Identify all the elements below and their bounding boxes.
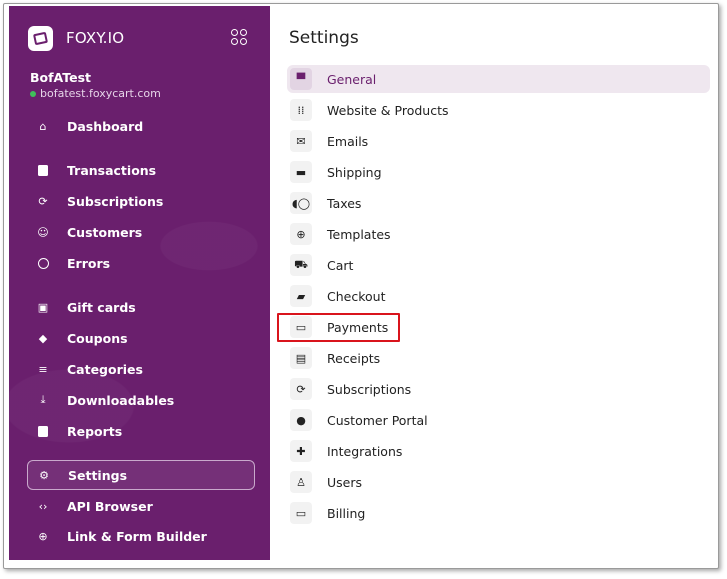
- settings-item-cart[interactable]: ⛟ Cart: [287, 251, 710, 279]
- settings-item-integrations[interactable]: ✚ Integrations: [287, 437, 710, 465]
- page-title: Settings: [289, 28, 359, 48]
- globe-icon: ⊕: [290, 223, 312, 245]
- cart-icon: ⛟: [290, 254, 312, 276]
- sidebar-item-label: Customers: [67, 224, 143, 240]
- settings-item-general[interactable]: ▀ General: [287, 65, 710, 93]
- sidebar-item-label: Errors: [67, 255, 111, 271]
- store-domain: bofatest.foxycart.com: [30, 87, 161, 100]
- chart-icon: [34, 422, 52, 440]
- foxy-logo-icon: [28, 25, 53, 51]
- settings-item-label: Checkout: [327, 288, 386, 304]
- sync-icon: ⟳: [38, 194, 48, 208]
- gift-icon: ▣: [37, 300, 49, 314]
- settings-item-receipts[interactable]: ▤ Receipts: [287, 344, 710, 372]
- settings-item-label: Subscriptions: [327, 381, 412, 397]
- sidebar-item-label: Categories: [67, 361, 143, 377]
- settings-item-label: Shipping: [327, 164, 382, 180]
- sidebar-item-label: Gift cards: [67, 299, 136, 315]
- sidebar-item-reports[interactable]: Reports: [27, 416, 255, 446]
- puzzle-icon: ✚: [290, 440, 312, 462]
- account-icon: ●: [290, 409, 312, 431]
- app-window: FOXY.IO BofATest bofatest.foxycart.com ⌂…: [3, 3, 719, 569]
- info-icon: [34, 254, 52, 272]
- settings-item-website-products[interactable]: ⁞⁞ Website & Products: [287, 96, 710, 124]
- settings-item-label: Taxes: [327, 195, 362, 211]
- store-icon: ▀: [290, 68, 312, 90]
- settings-item-users[interactable]: ♙ Users: [287, 468, 710, 496]
- home-icon: ⌂: [39, 119, 47, 133]
- sidebar-item-gift-cards[interactable]: ▣ Gift cards: [27, 292, 255, 322]
- store-domain-text: bofatest.foxycart.com: [40, 87, 161, 100]
- settings-item-subscriptions[interactable]: ⟳ Subscriptions: [287, 375, 710, 403]
- settings-item-label: Users: [327, 474, 363, 490]
- settings-item-emails[interactable]: ✉ Emails: [287, 127, 710, 155]
- sidebar-item-label: Transactions: [67, 162, 157, 178]
- sidebar-item-link-form-builder[interactable]: ⊕ Link & Form Builder: [27, 521, 255, 551]
- sidebar-item-label: Settings: [68, 467, 128, 483]
- brand[interactable]: FOXY.IO: [28, 25, 124, 51]
- tag-icon: ◆: [38, 331, 48, 345]
- settings-item-label: Integrations: [327, 443, 403, 459]
- sidebar-item-label: Downloadables: [67, 392, 175, 408]
- tax-icon: ◖◯: [290, 192, 312, 214]
- settings-item-label: General: [327, 71, 377, 87]
- sidebar: FOXY.IO BofATest bofatest.foxycart.com ⌂…: [9, 6, 270, 560]
- sidebar-item-categories[interactable]: ≡ Categories: [27, 354, 255, 384]
- brand-name: FOXY.IO: [66, 29, 125, 47]
- sidebar-item-label: Link & Form Builder: [67, 528, 207, 544]
- sidebar-item-label: Dashboard: [67, 118, 144, 134]
- sidebar-item-errors[interactable]: Errors: [27, 248, 255, 278]
- sidebar-item-label: API Browser: [67, 498, 153, 514]
- settings-item-label: Website & Products: [327, 102, 449, 118]
- sidebar-item-label: Subscriptions: [67, 193, 164, 209]
- receipt-icon: ▤: [290, 347, 312, 369]
- settings-item-label: Cart: [327, 257, 354, 273]
- store-info: BofATest bofatest.foxycart.com: [30, 70, 161, 100]
- settings-item-label: Receipts: [327, 350, 381, 366]
- mail-icon: ✉: [290, 130, 312, 152]
- settings-item-label: Billing: [327, 505, 366, 521]
- store-name: BofATest: [30, 70, 92, 85]
- face-icon: ☺: [37, 225, 49, 239]
- truck-icon: ▬: [290, 161, 312, 183]
- receipt-icon: [34, 161, 52, 179]
- sidebar-item-subscriptions[interactable]: ⟳ Subscriptions: [27, 186, 255, 216]
- settings-item-customer-portal[interactable]: ● Customer Portal: [287, 406, 710, 434]
- sidebar-item-label: Reports: [67, 423, 123, 439]
- code-icon: ‹›: [38, 499, 48, 513]
- settings-item-taxes[interactable]: ◖◯ Taxes: [287, 189, 710, 217]
- settings-item-label: Customer Portal: [327, 412, 428, 428]
- credit-card-icon: ▭: [290, 502, 312, 524]
- settings-item-label: Templates: [327, 226, 391, 242]
- download-icon: ⤓: [40, 393, 46, 406]
- sidebar-item-api-browser[interactable]: ‹› API Browser: [27, 491, 255, 521]
- apps-icon[interactable]: [231, 29, 247, 45]
- list-icon: ≡: [38, 362, 48, 376]
- gear-icon: ⚙: [39, 468, 49, 482]
- sidebar-item-settings[interactable]: ⚙ Settings: [27, 460, 255, 490]
- user-icon: ♙: [290, 471, 312, 493]
- sidebar-item-transactions[interactable]: Transactions: [27, 155, 255, 185]
- sidebar-item-downloadables[interactable]: ⤓ Downloadables: [27, 385, 255, 415]
- grid-icon: ⁞⁞: [290, 99, 312, 121]
- sidebar-item-customers[interactable]: ☺ Customers: [27, 217, 255, 247]
- settings-item-templates[interactable]: ⊕ Templates: [287, 220, 710, 248]
- sync-icon: ⟳: [290, 378, 312, 400]
- wallet-icon: ▰: [290, 285, 312, 307]
- payments-highlight-box: [277, 313, 400, 342]
- status-dot-icon: [30, 90, 36, 97]
- sidebar-item-dashboard[interactable]: ⌂ Dashboard: [27, 111, 255, 141]
- sidebar-item-coupons[interactable]: ◆ Coupons: [27, 323, 255, 353]
- cart-plus-icon: ⊕: [38, 529, 48, 543]
- settings-item-label: Emails: [327, 133, 369, 149]
- settings-item-billing[interactable]: ▭ Billing: [287, 499, 710, 527]
- settings-item-checkout[interactable]: ▰ Checkout: [287, 282, 710, 310]
- sidebar-item-label: Coupons: [67, 330, 128, 346]
- settings-item-shipping[interactable]: ▬ Shipping: [287, 158, 710, 186]
